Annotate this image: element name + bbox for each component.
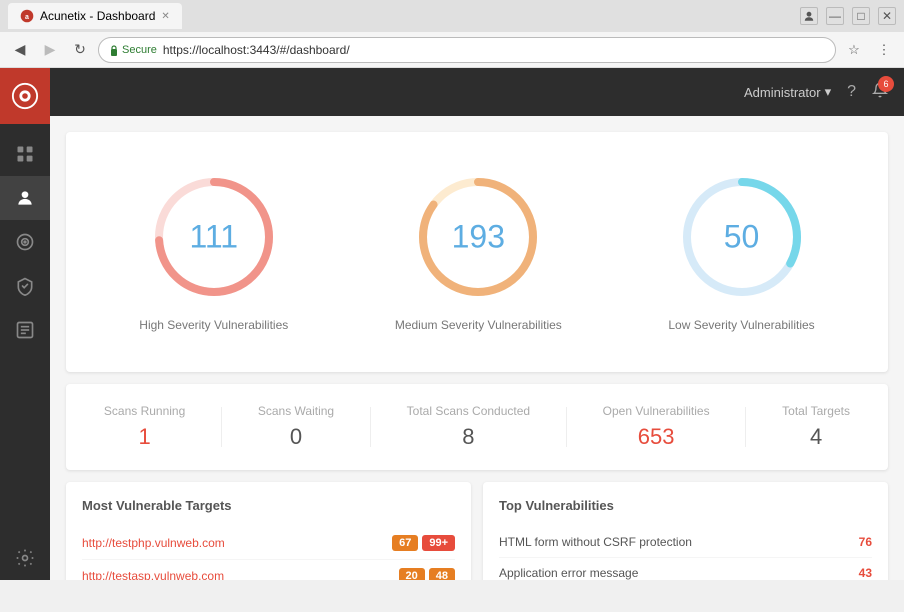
user-icon[interactable] [800, 7, 818, 25]
low-gauge-circle: 50 [677, 172, 807, 302]
vulnerable-targets-title: Most Vulnerable Targets [82, 498, 455, 513]
target-row: http://testphp.vulnweb.com 67 99+ [82, 527, 455, 560]
top-vulnerabilities-card: Top Vulnerabilities HTML form without CS… [483, 482, 888, 580]
sidebar [0, 68, 50, 580]
vulnerable-targets-card: Most Vulnerable Targets http://testphp.v… [66, 482, 471, 580]
scans-waiting-label: Scans Waiting [258, 404, 334, 418]
stat-divider-4 [745, 407, 746, 447]
badge-med-1: 99+ [422, 535, 455, 551]
svg-text:a: a [25, 14, 29, 21]
notification-badge: 6 [878, 76, 894, 92]
sidebar-item-settings[interactable] [0, 536, 50, 580]
dashboard-content: 111 High Severity Vulnerabilities 193 [50, 116, 904, 580]
secure-badge: Secure [109, 44, 157, 56]
target-row: http://testasp.vulnweb.com 20 48 [82, 560, 455, 580]
window-controls: — □ ✕ [800, 7, 896, 25]
stat-total-scans: Total Scans Conducted 8 [407, 404, 530, 450]
sidebar-nav [0, 124, 50, 580]
main-content: Administrator ▾ ? 6 [50, 68, 904, 580]
bookmark-button[interactable]: ☆ [842, 38, 866, 62]
gauges-row: 111 High Severity Vulnerabilities 193 [86, 156, 868, 348]
target-link-2[interactable]: http://testasp.vulnweb.com [82, 569, 391, 580]
maximize-button[interactable]: □ [852, 7, 870, 25]
total-scans-label: Total Scans Conducted [407, 404, 530, 418]
stat-total-targets: Total Targets 4 [782, 404, 850, 450]
stat-scans-waiting: Scans Waiting 0 [258, 404, 334, 450]
vuln-count-1: 76 [859, 535, 872, 549]
total-targets-value: 4 [810, 424, 822, 450]
browser-tab[interactable]: a Acunetix - Dashboard ✕ [8, 3, 182, 29]
user-menu[interactable]: Administrator ▾ [744, 84, 831, 100]
medium-severity-value: 193 [452, 219, 505, 256]
vuln-row: Application error message 43 [499, 558, 872, 580]
app-header: Administrator ▾ ? 6 [50, 68, 904, 116]
stats-row: Scans Running 1 Scans Waiting 0 Total Sc… [86, 404, 868, 450]
scans-waiting-value: 0 [290, 424, 302, 450]
nav-bar: ◀ ▶ ↻ Secure https://localhost:3443/#/da… [0, 32, 904, 68]
help-button[interactable]: ? [847, 83, 856, 101]
badge-high-2: 20 [399, 568, 425, 580]
sidebar-item-scans[interactable] [0, 220, 50, 264]
stat-divider-3 [566, 407, 567, 447]
total-scans-value: 8 [462, 424, 474, 450]
favicon-icon: a [20, 9, 34, 23]
tab-close-button[interactable]: ✕ [161, 11, 169, 22]
severity-card: 111 High Severity Vulnerabilities 193 [66, 132, 888, 372]
app: Administrator ▾ ? 6 [0, 68, 904, 580]
target-badges-2: 20 48 [399, 568, 456, 580]
open-vulns-value: 653 [638, 424, 675, 450]
vuln-row: HTML form without CSRF protection 76 [499, 527, 872, 558]
high-gauge-circle: 111 [149, 172, 279, 302]
title-bar: a Acunetix - Dashboard ✕ — □ ✕ [0, 0, 904, 32]
high-severity-value: 111 [189, 219, 238, 256]
total-targets-label: Total Targets [782, 404, 850, 418]
logo-icon [11, 82, 39, 110]
app-logo[interactable] [0, 68, 50, 124]
high-severity-label: High Severity Vulnerabilities [139, 318, 288, 332]
low-severity-label: Low Severity Vulnerabilities [668, 318, 814, 332]
target-badges-1: 67 99+ [392, 535, 455, 551]
low-severity-gauge: 50 Low Severity Vulnerabilities [668, 172, 814, 332]
stat-divider-2 [370, 407, 371, 447]
stat-divider-1 [221, 407, 222, 447]
scans-running-label: Scans Running [104, 404, 185, 418]
more-button[interactable]: ⋮ [872, 38, 896, 62]
target-link-1[interactable]: http://testphp.vulnweb.com [82, 536, 384, 550]
sidebar-item-dashboard[interactable] [0, 132, 50, 176]
tab-title: Acunetix - Dashboard [40, 9, 155, 23]
sidebar-item-targets[interactable] [0, 176, 50, 220]
browser-chrome: a Acunetix - Dashboard ✕ — □ ✕ ◀ ▶ ↻ Sec… [0, 0, 904, 68]
high-severity-gauge: 111 High Severity Vulnerabilities [139, 172, 288, 332]
notifications-button[interactable]: 6 [872, 82, 888, 103]
forward-button[interactable]: ▶ [38, 38, 62, 62]
low-severity-value: 50 [724, 219, 760, 256]
medium-severity-gauge: 193 Medium Severity Vulnerabilities [395, 172, 562, 332]
stats-card: Scans Running 1 Scans Waiting 0 Total Sc… [66, 384, 888, 470]
vuln-name-2: Application error message [499, 566, 859, 580]
sidebar-item-vulnerabilities[interactable] [0, 264, 50, 308]
open-vulns-label: Open Vulnerabilities [603, 404, 710, 418]
bottom-row: Most Vulnerable Targets http://testphp.v… [66, 482, 888, 580]
refresh-button[interactable]: ↻ [68, 38, 92, 62]
user-dropdown-icon: ▾ [825, 84, 832, 100]
stat-open-vulns: Open Vulnerabilities 653 [603, 404, 710, 450]
vuln-name-1: HTML form without CSRF protection [499, 535, 859, 549]
top-vulnerabilities-title: Top Vulnerabilities [499, 498, 872, 513]
badge-med-2: 48 [429, 568, 455, 580]
minimize-button[interactable]: — [826, 7, 844, 25]
user-name: Administrator [744, 85, 821, 100]
vuln-count-2: 43 [859, 566, 872, 580]
medium-severity-label: Medium Severity Vulnerabilities [395, 318, 562, 332]
sidebar-item-reports[interactable] [0, 308, 50, 352]
medium-gauge-circle: 193 [413, 172, 543, 302]
close-button[interactable]: ✕ [878, 7, 896, 25]
address-bar[interactable]: Secure https://localhost:3443/#/dashboar… [98, 37, 836, 63]
scans-running-value: 1 [138, 424, 150, 450]
url-text: https://localhost:3443/#/dashboard/ [163, 43, 350, 57]
stat-scans-running: Scans Running 1 [104, 404, 185, 450]
badge-high-1: 67 [392, 535, 418, 551]
back-button[interactable]: ◀ [8, 38, 32, 62]
